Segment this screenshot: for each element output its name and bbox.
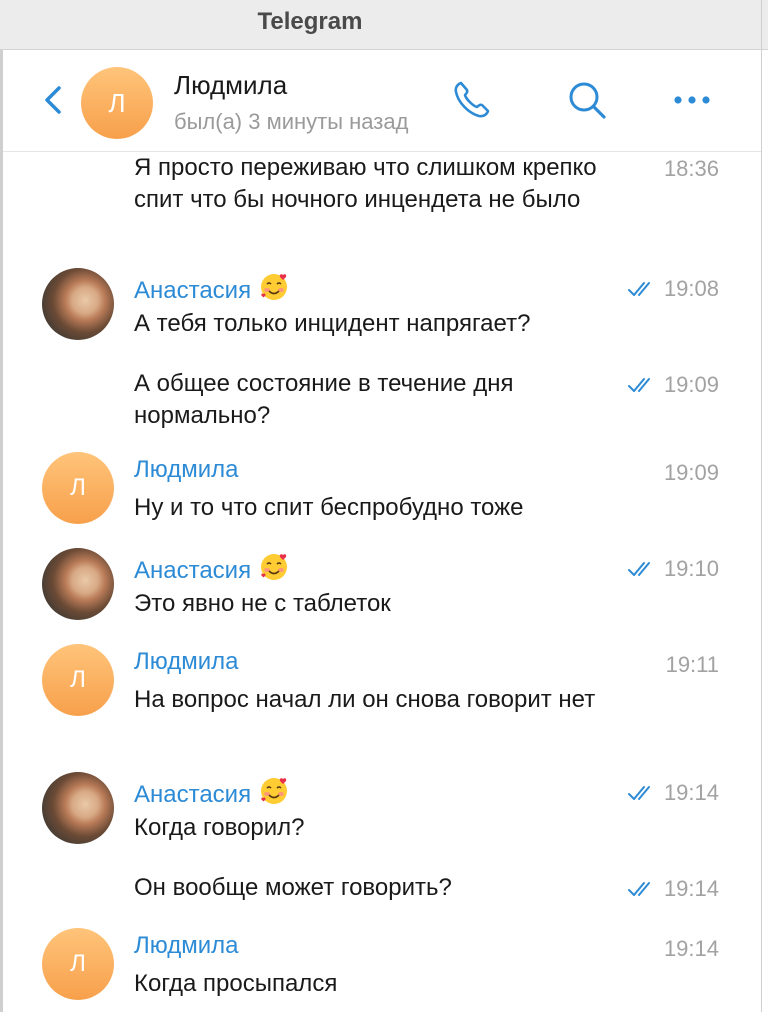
message-text: Это явно не с таблеток	[134, 590, 391, 617]
message-time: 19:14	[627, 876, 719, 904]
message-text: А тебя только инцидент напрягает?	[134, 310, 531, 337]
message-time: 19:11	[665, 652, 719, 677]
time-label: 19:08	[663, 276, 719, 301]
time-label: 19:14	[663, 876, 719, 901]
time-label: 19:10	[663, 556, 719, 581]
phone-icon[interactable]	[448, 76, 496, 124]
chat-avatar[interactable]: Л	[81, 67, 153, 139]
window-right-edge	[761, 0, 762, 1012]
telegram-window: Telegram Л Людмила был(а) 3 минуты назад	[0, 0, 768, 1012]
message-text: Я просто переживаю что слишком крепко сп…	[134, 154, 597, 213]
search-icon[interactable]	[563, 76, 611, 124]
sender-name: Анастасия	[134, 277, 252, 304]
avatar[interactable]: Л	[42, 644, 114, 716]
avatar[interactable]: Л	[42, 928, 114, 1000]
smiling-face-with-hearts-icon	[259, 552, 289, 589]
avatar[interactable]	[42, 772, 114, 844]
message-time: 19:09	[663, 460, 719, 485]
double-check-icon	[627, 878, 658, 904]
message-text: Когда говорил?	[134, 814, 305, 841]
message-text: Он вообще может говорить?	[134, 874, 452, 901]
message-sender[interactable]: Людмила	[134, 456, 238, 484]
message-text: Ну и то что спит беспробудно тоже	[134, 494, 524, 521]
window-titlebar[interactable]: Telegram	[0, 0, 768, 50]
back-icon[interactable]	[37, 82, 67, 118]
sender-name: Анастасия	[134, 557, 252, 584]
double-check-icon	[627, 374, 658, 400]
message-time: 19:14	[663, 936, 719, 961]
message-time: 18:36	[663, 156, 719, 181]
sender-name: Анастасия	[134, 781, 252, 808]
message-time: 19:09	[627, 372, 719, 400]
smiling-face-with-hearts-icon	[259, 272, 289, 309]
message-list[interactable]: Я просто переживаю что слишком крепко сп…	[3, 152, 761, 1012]
message-sender[interactable]: Людмила	[134, 932, 238, 960]
message-sender[interactable]: Анастасия	[134, 776, 289, 813]
message-sender[interactable]: Анастасия	[134, 552, 289, 589]
more-icon[interactable]	[668, 76, 716, 124]
window-title: Telegram	[257, 8, 363, 35]
time-label: 19:14	[663, 780, 719, 805]
message-text: На вопрос начал ли он снова говорит нет	[134, 686, 596, 713]
avatar[interactable]	[42, 268, 114, 340]
double-check-icon	[627, 278, 658, 304]
smiling-face-with-hearts-icon	[259, 776, 289, 813]
message-time: 19:10	[627, 556, 719, 584]
chat-status: был(а) 3 минуты назад	[174, 109, 409, 134]
chat-header: Л Людмила был(а) 3 минуты назад	[3, 50, 761, 152]
chat-title[interactable]: Людмила	[174, 70, 287, 101]
message-time: 19:14	[627, 780, 719, 808]
message-sender[interactable]: Людмила	[134, 648, 238, 676]
avatar[interactable]	[42, 548, 114, 620]
double-check-icon	[627, 558, 658, 584]
message-time: 19:08	[627, 276, 719, 304]
time-label: 19:09	[663, 372, 719, 397]
message-text: А общее состояние в течение дня нормальн…	[134, 370, 514, 429]
double-check-icon	[627, 782, 658, 808]
avatar[interactable]: Л	[42, 452, 114, 524]
message-text: Когда просыпался	[134, 970, 338, 997]
message-sender[interactable]: Анастасия	[134, 272, 289, 309]
